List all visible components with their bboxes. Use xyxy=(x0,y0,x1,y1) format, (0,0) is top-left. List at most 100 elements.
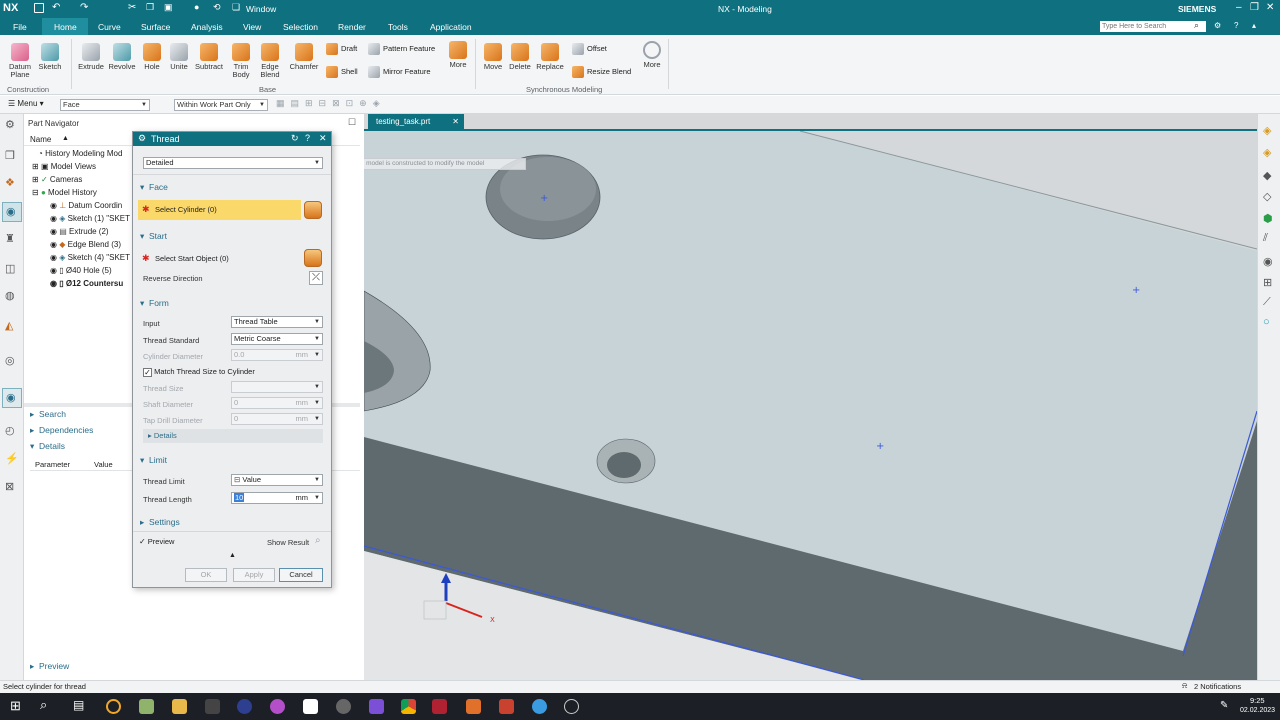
tree-row[interactable]: ◉ ◈ Sketch (4) "SKET xyxy=(50,251,130,264)
match-thread-size-checkbox[interactable]: ✓ Match Thread Size to Cylinder xyxy=(143,367,255,377)
start-object-icon[interactable] xyxy=(304,249,322,267)
reset-icon[interactable]: ↻ xyxy=(291,133,299,144)
link-icon[interactable]: ⟲ xyxy=(213,2,221,13)
mic-icon[interactable]: ● xyxy=(194,2,199,12)
select-start-object-row[interactable]: ✱ Select Start Object (0) xyxy=(138,250,301,268)
menu-view[interactable]: View xyxy=(243,22,261,32)
subtract-button[interactable]: Subtract xyxy=(193,43,225,71)
powerpoint-icon[interactable] xyxy=(499,699,514,714)
shaded-icon[interactable]: ◆ xyxy=(1263,169,1271,182)
menu-selection[interactable]: Selection xyxy=(283,22,318,32)
select-cylinder-row[interactable]: ✱ Select Cylinder (0) xyxy=(138,200,301,220)
ok-button[interactable]: OK xyxy=(185,568,227,582)
orient-icon[interactable]: ⬢ xyxy=(1263,212,1273,225)
type-filter-select[interactable]: Face ▼ xyxy=(60,99,150,111)
search-icon[interactable]: ⌕ xyxy=(1194,20,1199,31)
tree-row[interactable]: ◉ ◈ Sketch (1) "SKET xyxy=(50,212,130,225)
collapse-icon[interactable]: ▲ xyxy=(229,552,236,559)
dialog-titlebar[interactable]: ⚙ Thread ↻ ? ✕ xyxy=(133,132,331,146)
paste-icon[interactable]: ▣ xyxy=(164,2,173,13)
undo-icon[interactable]: ↶ xyxy=(52,2,60,13)
gear-icon[interactable]: ⚙ xyxy=(138,133,146,144)
app-icon[interactable] xyxy=(205,699,220,714)
preview-section[interactable]: ▸ Preview xyxy=(30,661,69,672)
telegram-icon[interactable] xyxy=(532,699,547,714)
maximize-panel-icon[interactable]: ☐ xyxy=(348,117,356,128)
settings-icon[interactable]: ⚙ xyxy=(1214,21,1221,30)
firefox-icon[interactable] xyxy=(106,699,121,714)
selection-scope-select[interactable]: Within Work Part Only ▼ xyxy=(174,99,268,111)
thread-type-select[interactable]: Detailed ▼ xyxy=(143,157,323,169)
assembly-navigator-icon[interactable]: ❒ xyxy=(5,149,15,162)
menu-analysis[interactable]: Analysis xyxy=(191,22,223,32)
window-switch-icon[interactable]: ❏ xyxy=(232,2,240,13)
redo-icon[interactable]: ↷ xyxy=(80,2,88,13)
search-icon[interactable]: ⌕ xyxy=(40,697,47,713)
menu-render[interactable]: Render xyxy=(338,22,366,32)
reverse-direction-button[interactable]: ⤫ xyxy=(309,271,323,285)
show-hide-icon[interactable]: ◉ xyxy=(1263,255,1273,268)
input-select[interactable]: Thread Table ▼ xyxy=(231,316,323,328)
menu-tools[interactable]: Tools xyxy=(388,22,408,32)
edge-blend-button[interactable]: Edge Blend xyxy=(257,43,283,79)
limit-section-header[interactable]: ▾ Limit xyxy=(133,453,333,467)
cylinder-select-icon[interactable] xyxy=(304,201,322,219)
copy-icon[interactable]: ❐ xyxy=(146,2,154,13)
app-icon[interactable] xyxy=(564,699,579,714)
resize-blend-button[interactable]: Resize Blend xyxy=(572,66,631,78)
file-tab[interactable]: testing_task.prt ✕ xyxy=(368,114,464,129)
app-icon[interactable] xyxy=(270,699,285,714)
menu-file[interactable]: File xyxy=(13,22,27,32)
constraint-navigator-icon[interactable]: ❖ xyxy=(5,176,15,189)
layers-icon[interactable]: ⊞ xyxy=(1263,276,1272,289)
thread-limit-select[interactable]: ⊟ Value ▼ xyxy=(231,474,323,486)
view-icon[interactable]: ◈ xyxy=(1263,146,1271,159)
menu-curve[interactable]: Curve xyxy=(98,22,121,32)
mirror-feature-button[interactable]: Mirror Feature xyxy=(368,66,431,78)
clock-icon[interactable]: ◴ xyxy=(5,424,15,437)
settings-icon[interactable]: ⚙ xyxy=(5,118,15,131)
cancel-button[interactable]: Cancel xyxy=(279,568,323,582)
thread-standard-select[interactable]: Metric Coarse ▼ xyxy=(231,333,323,345)
explorer-icon[interactable] xyxy=(172,699,187,714)
system-materials-icon[interactable]: ◎ xyxy=(5,354,15,367)
view-icon[interactable]: ◈ xyxy=(1263,124,1271,137)
replace-button[interactable]: Replace xyxy=(535,43,565,71)
help-icon[interactable]: ? xyxy=(305,133,310,143)
history-icon[interactable]: ◭ xyxy=(5,319,13,332)
close-window-icon[interactable]: ✕ xyxy=(1266,2,1274,13)
offset-button[interactable]: Offset xyxy=(572,43,607,55)
column-name[interactable]: Name xyxy=(30,135,51,144)
dependencies-section[interactable]: ▸ Dependencies xyxy=(30,425,93,436)
move-button[interactable]: Move xyxy=(480,43,506,71)
show-result-button[interactable]: ⌕ xyxy=(315,535,321,546)
form-section-header[interactable]: ▾ Form xyxy=(133,296,333,310)
tree-row[interactable]: ◉ ▯ Ø40 Hole (5) xyxy=(50,264,112,277)
form-details-subsection[interactable]: ▸ Details xyxy=(143,429,323,443)
section-icon[interactable]: ⫽ xyxy=(1263,232,1268,245)
app-icon[interactable] xyxy=(237,699,252,714)
face-section-header[interactable]: ▾ Face xyxy=(133,180,333,194)
tree-row[interactable]: ◔ History Modeling Mod xyxy=(38,147,122,160)
base-more-button[interactable]: More xyxy=(446,41,470,69)
graphics-window[interactable]: testing_task.prt ✕ + + + X A 3D thread m… xyxy=(364,114,1257,680)
chamfer-button[interactable]: Chamfer xyxy=(288,43,320,71)
reuse-library-icon[interactable]: ♜ xyxy=(5,232,15,245)
close-tab-icon[interactable]: ✕ xyxy=(452,114,459,129)
bell-icon[interactable]: ⍾ xyxy=(1182,681,1187,691)
manufacturing-wizards-icon[interactable]: ⊠ xyxy=(5,480,14,493)
collapse-ribbon-icon[interactable]: ▴ xyxy=(1252,21,1256,30)
notion-icon[interactable] xyxy=(303,699,318,714)
thread-length-field[interactable]: 10 mm ▼ xyxy=(231,492,323,504)
nx-taskbar-icon[interactable] xyxy=(432,699,447,714)
preview-checkbox[interactable]: ✓ Preview xyxy=(139,537,174,546)
revolve-button[interactable]: Revolve xyxy=(107,43,137,71)
command-search-input[interactable] xyxy=(1100,21,1206,32)
sync-more-button[interactable]: More xyxy=(640,41,664,69)
settings-section-header[interactable]: ▸ Settings xyxy=(133,515,333,529)
notifications-link[interactable]: 2 Notifications xyxy=(1194,682,1241,691)
process-studio-icon[interactable]: ⚡ xyxy=(5,452,19,465)
menu-application[interactable]: Application xyxy=(430,22,472,32)
tree-row[interactable]: ◉ ▯ Ø12 Countersu xyxy=(50,277,123,290)
menu-button[interactable]: ☰ Menu ▾ xyxy=(8,99,44,108)
